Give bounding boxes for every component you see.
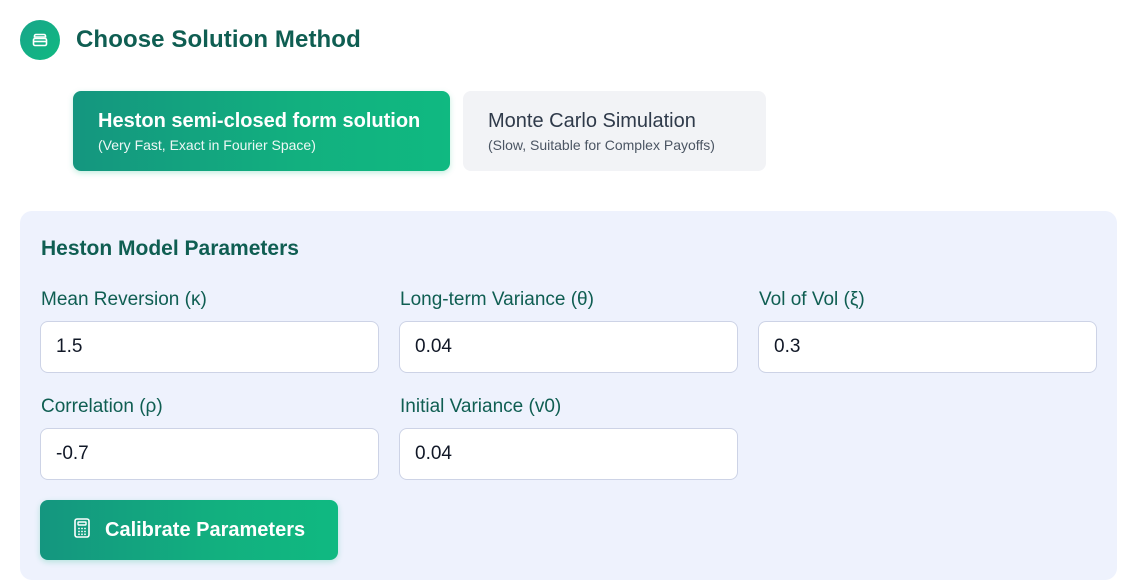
method-monte-carlo-subtitle: (Slow, Suitable for Complex Payoffs)	[488, 137, 715, 153]
vol-of-vol-input[interactable]	[758, 321, 1097, 373]
long-term-variance-label: Long-term Variance (θ)	[400, 289, 594, 310]
correlation-label: Correlation (ρ)	[41, 396, 163, 417]
correlation-input[interactable]	[40, 428, 379, 480]
panel-title: Heston Model Parameters	[41, 237, 299, 260]
section-header: Choose Solution Method	[20, 20, 361, 60]
section-title: Choose Solution Method	[76, 26, 361, 53]
mean-reversion-label: Mean Reversion (κ)	[41, 289, 207, 310]
method-heston-button[interactable]: Heston semi-closed form solution (Very F…	[73, 91, 450, 171]
calculator-icon	[73, 517, 91, 543]
method-monte-carlo-title: Monte Carlo Simulation	[488, 110, 696, 132]
layers-icon	[20, 20, 60, 60]
calibrate-parameters-label: Calibrate Parameters	[105, 518, 306, 541]
method-monte-carlo-button[interactable]: Monte Carlo Simulation (Slow, Suitable f…	[463, 91, 766, 171]
calibrate-parameters-button[interactable]: Calibrate Parameters	[40, 500, 338, 560]
initial-variance-input[interactable]	[399, 428, 738, 480]
method-heston-title: Heston semi-closed form solution	[98, 110, 421, 132]
vol-of-vol-label: Vol of Vol (ξ)	[759, 289, 865, 310]
method-heston-subtitle: (Very Fast, Exact in Fourier Space)	[98, 137, 316, 153]
heston-parameters-panel: Heston Model Parameters Mean Reversion (…	[20, 211, 1117, 580]
long-term-variance-input[interactable]	[399, 321, 738, 373]
mean-reversion-input[interactable]	[40, 321, 379, 373]
initial-variance-label: Initial Variance (v0)	[400, 396, 562, 417]
